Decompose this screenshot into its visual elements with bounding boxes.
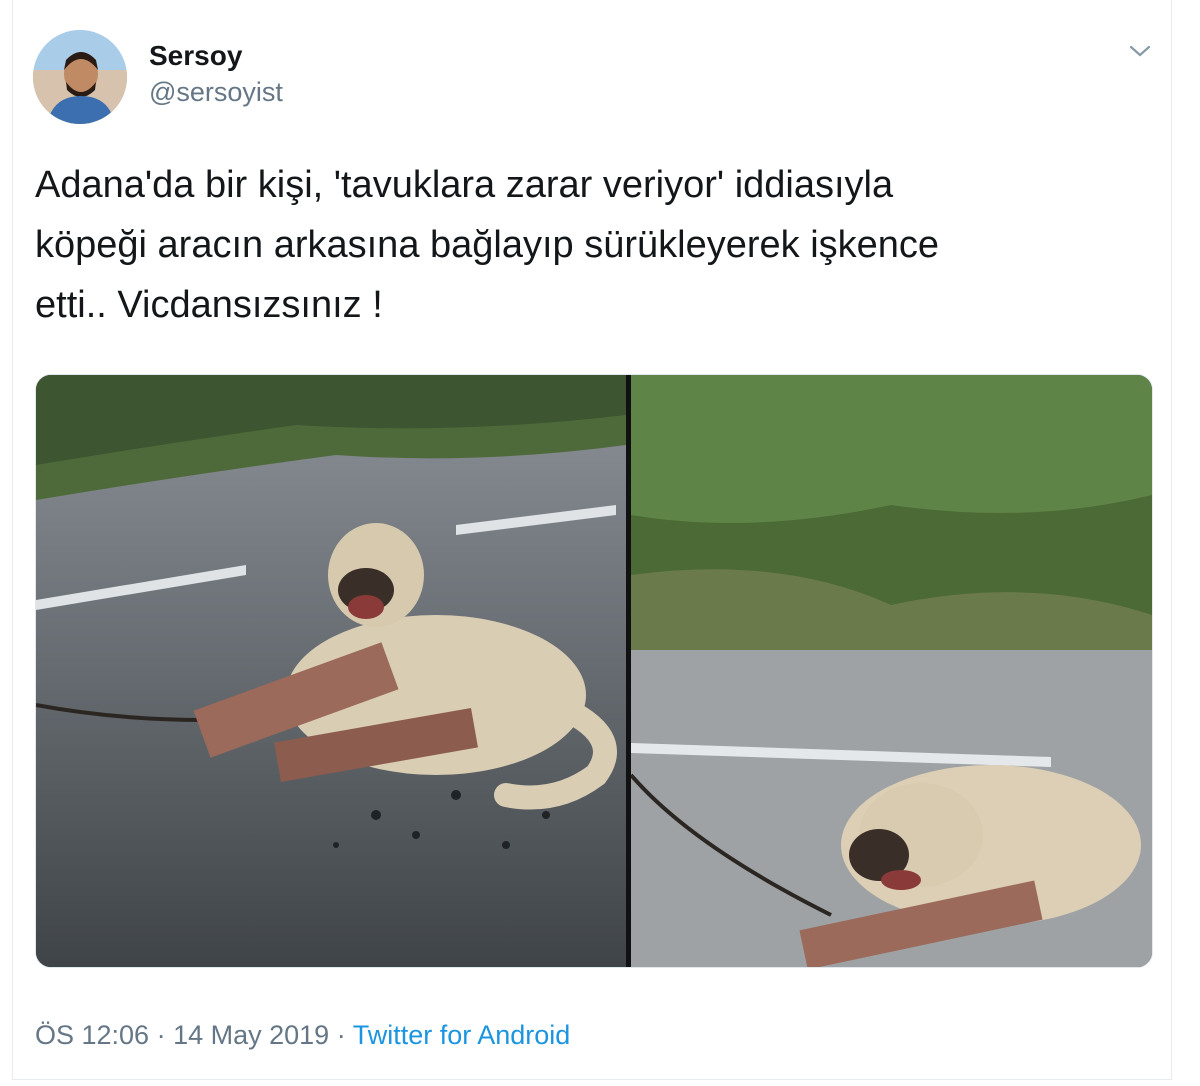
avatar-image: [33, 30, 127, 124]
tweet-text-line: etti.. Vicdansızsınız !: [35, 284, 383, 326]
tweet-menu-button[interactable]: [1125, 36, 1155, 66]
tweet-time[interactable]: ÖS 12:06: [35, 1020, 149, 1050]
author-handle[interactable]: @sersoyist: [149, 77, 283, 108]
author-display-name[interactable]: Sersoy: [149, 40, 242, 72]
photo-right[interactable]: [631, 375, 1152, 967]
tweet-source-link[interactable]: Twitter for Android: [353, 1020, 571, 1050]
dog-on-road-photo: [36, 375, 626, 967]
meta-separator: ·: [329, 1020, 353, 1050]
tweet-text: Adana'da bir kişi, 'tavuklara zarar veri…: [35, 155, 1145, 335]
media-grid: [35, 374, 1153, 968]
chevron-down-icon: [1129, 45, 1151, 57]
photo-left[interactable]: [36, 375, 626, 967]
tweet-card: Sersoy @sersoyist Adana'da bir kişi, 'ta…: [12, 0, 1172, 1080]
tweet-date[interactable]: 14 May 2019: [173, 1020, 329, 1050]
dog-chained-photo: [631, 375, 1152, 967]
avatar[interactable]: [33, 30, 127, 124]
tweet-text-line: Adana'da bir kişi, 'tavuklara zarar veri…: [35, 164, 894, 206]
tweet-meta: ÖS 12:06 · 14 May 2019 · Twitter for And…: [35, 1020, 570, 1051]
tweet-text-line: köpeği aracın arkasına bağlayıp sürükley…: [35, 224, 940, 266]
meta-separator: ·: [149, 1020, 174, 1050]
